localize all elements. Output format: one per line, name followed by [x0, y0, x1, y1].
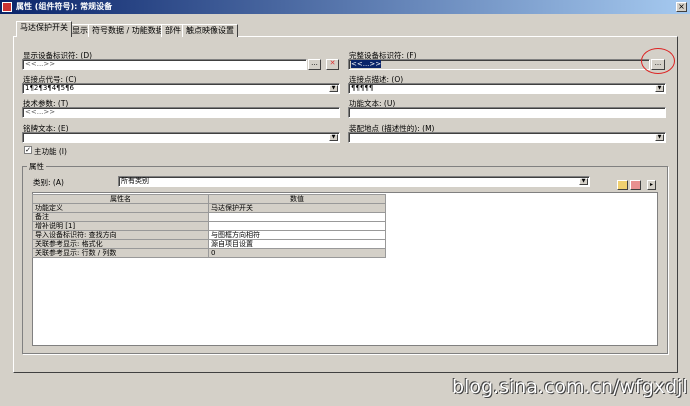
- table-row[interactable]: 增补说明 [1]: [32, 221, 386, 231]
- chevron-down-icon[interactable]: ▼: [329, 134, 338, 141]
- table-row[interactable]: 备注: [32, 212, 386, 222]
- nameplate-combo[interactable]: ▼: [22, 132, 340, 143]
- app-icon: [2, 2, 12, 12]
- category-combo[interactable]: 所有类别 ▼: [118, 176, 590, 187]
- category-value: 所有类别: [121, 177, 149, 185]
- property-name: 关联参考显示: 行数 / 列数: [32, 248, 209, 258]
- window-title: 属性 (组件符号): 常规设备: [16, 2, 113, 11]
- tab-symbol-data[interactable]: 符号数据 / 功能数据: [88, 24, 168, 37]
- main-function-label: 主功能 (I): [34, 147, 67, 156]
- title-bar: 属性 (组件符号): 常规设备: [0, 0, 690, 14]
- property-name: 备注: [32, 212, 209, 222]
- property-value[interactable]: [208, 212, 386, 222]
- chevron-down-icon[interactable]: ▼: [579, 178, 588, 185]
- tech-input[interactable]: <<...>>: [22, 107, 340, 118]
- header-property-name: 属性名: [32, 194, 209, 204]
- main-function-checkbox[interactable]: ✓: [24, 146, 32, 154]
- display-id-browse-button[interactable]: ...: [308, 59, 321, 70]
- full-id-input[interactable]: <<...>>: [348, 59, 650, 70]
- property-name: 导入设备标识符: 查找方向: [32, 230, 209, 240]
- conn-code-value: 1¶2¶3¶4¶5¶6: [25, 84, 74, 92]
- properties-group-label: 属性: [27, 161, 46, 172]
- property-value[interactable]: 与图框方向相符: [208, 230, 386, 240]
- chevron-down-icon[interactable]: ▼: [655, 134, 664, 141]
- header-value: 数值: [208, 194, 386, 204]
- new-icon[interactable]: [617, 180, 628, 190]
- property-value[interactable]: 0: [208, 248, 386, 258]
- close-button[interactable]: ×: [676, 2, 687, 12]
- property-value[interactable]: [208, 221, 386, 231]
- table-header: 属性名 数值: [32, 194, 386, 204]
- delete-icon[interactable]: ✕: [326, 59, 339, 70]
- tab-motor-protection[interactable]: 马达保护开关: [16, 21, 72, 37]
- table-row[interactable]: 导入设备标识符: 查找方向 与图框方向相符: [32, 230, 386, 240]
- conn-desc-combo[interactable]: ¶¶¶¶¶ ▼: [348, 83, 666, 94]
- chevron-down-icon[interactable]: ▼: [329, 85, 338, 92]
- table-row[interactable]: 功能定义 马达保护开关: [32, 203, 386, 213]
- full-id-value: <<...>>: [351, 60, 382, 68]
- func-text-input[interactable]: [348, 107, 666, 118]
- tab-contact-image[interactable]: 触点映像设置: [182, 24, 238, 37]
- property-name: 增补说明 [1]: [32, 221, 209, 231]
- property-name: 关联参考显示: 格式化: [32, 239, 209, 249]
- conn-code-combo[interactable]: 1¶2¶3¶4¶5¶6 ▼: [22, 83, 340, 94]
- property-value[interactable]: 源自项目设置: [208, 239, 386, 249]
- highlight-circle: [641, 48, 675, 74]
- table-row[interactable]: 关联参考显示: 格式化 源自项目设置: [32, 239, 386, 249]
- property-value[interactable]: 马达保护开关: [208, 203, 386, 213]
- property-table: 属性名 数值 功能定义 马达保护开关 备注 增补说明 [1] 导入设备标识符: 查找…: [32, 194, 386, 258]
- property-name: 功能定义: [32, 203, 209, 213]
- watermark: blog.sina.com.cn/wfgxdjl: [452, 376, 688, 398]
- mount-combo[interactable]: ▼: [348, 132, 666, 143]
- move-icon[interactable]: ▸: [647, 180, 656, 190]
- conn-desc-value: ¶¶¶¶¶: [351, 84, 374, 92]
- chevron-down-icon[interactable]: ▼: [655, 85, 664, 92]
- category-label: 类别: (A): [33, 178, 64, 187]
- display-id-input[interactable]: <<...>>: [22, 59, 307, 70]
- table-row[interactable]: 关联参考显示: 行数 / 列数 0: [32, 248, 386, 258]
- delete-row-icon[interactable]: [630, 180, 641, 190]
